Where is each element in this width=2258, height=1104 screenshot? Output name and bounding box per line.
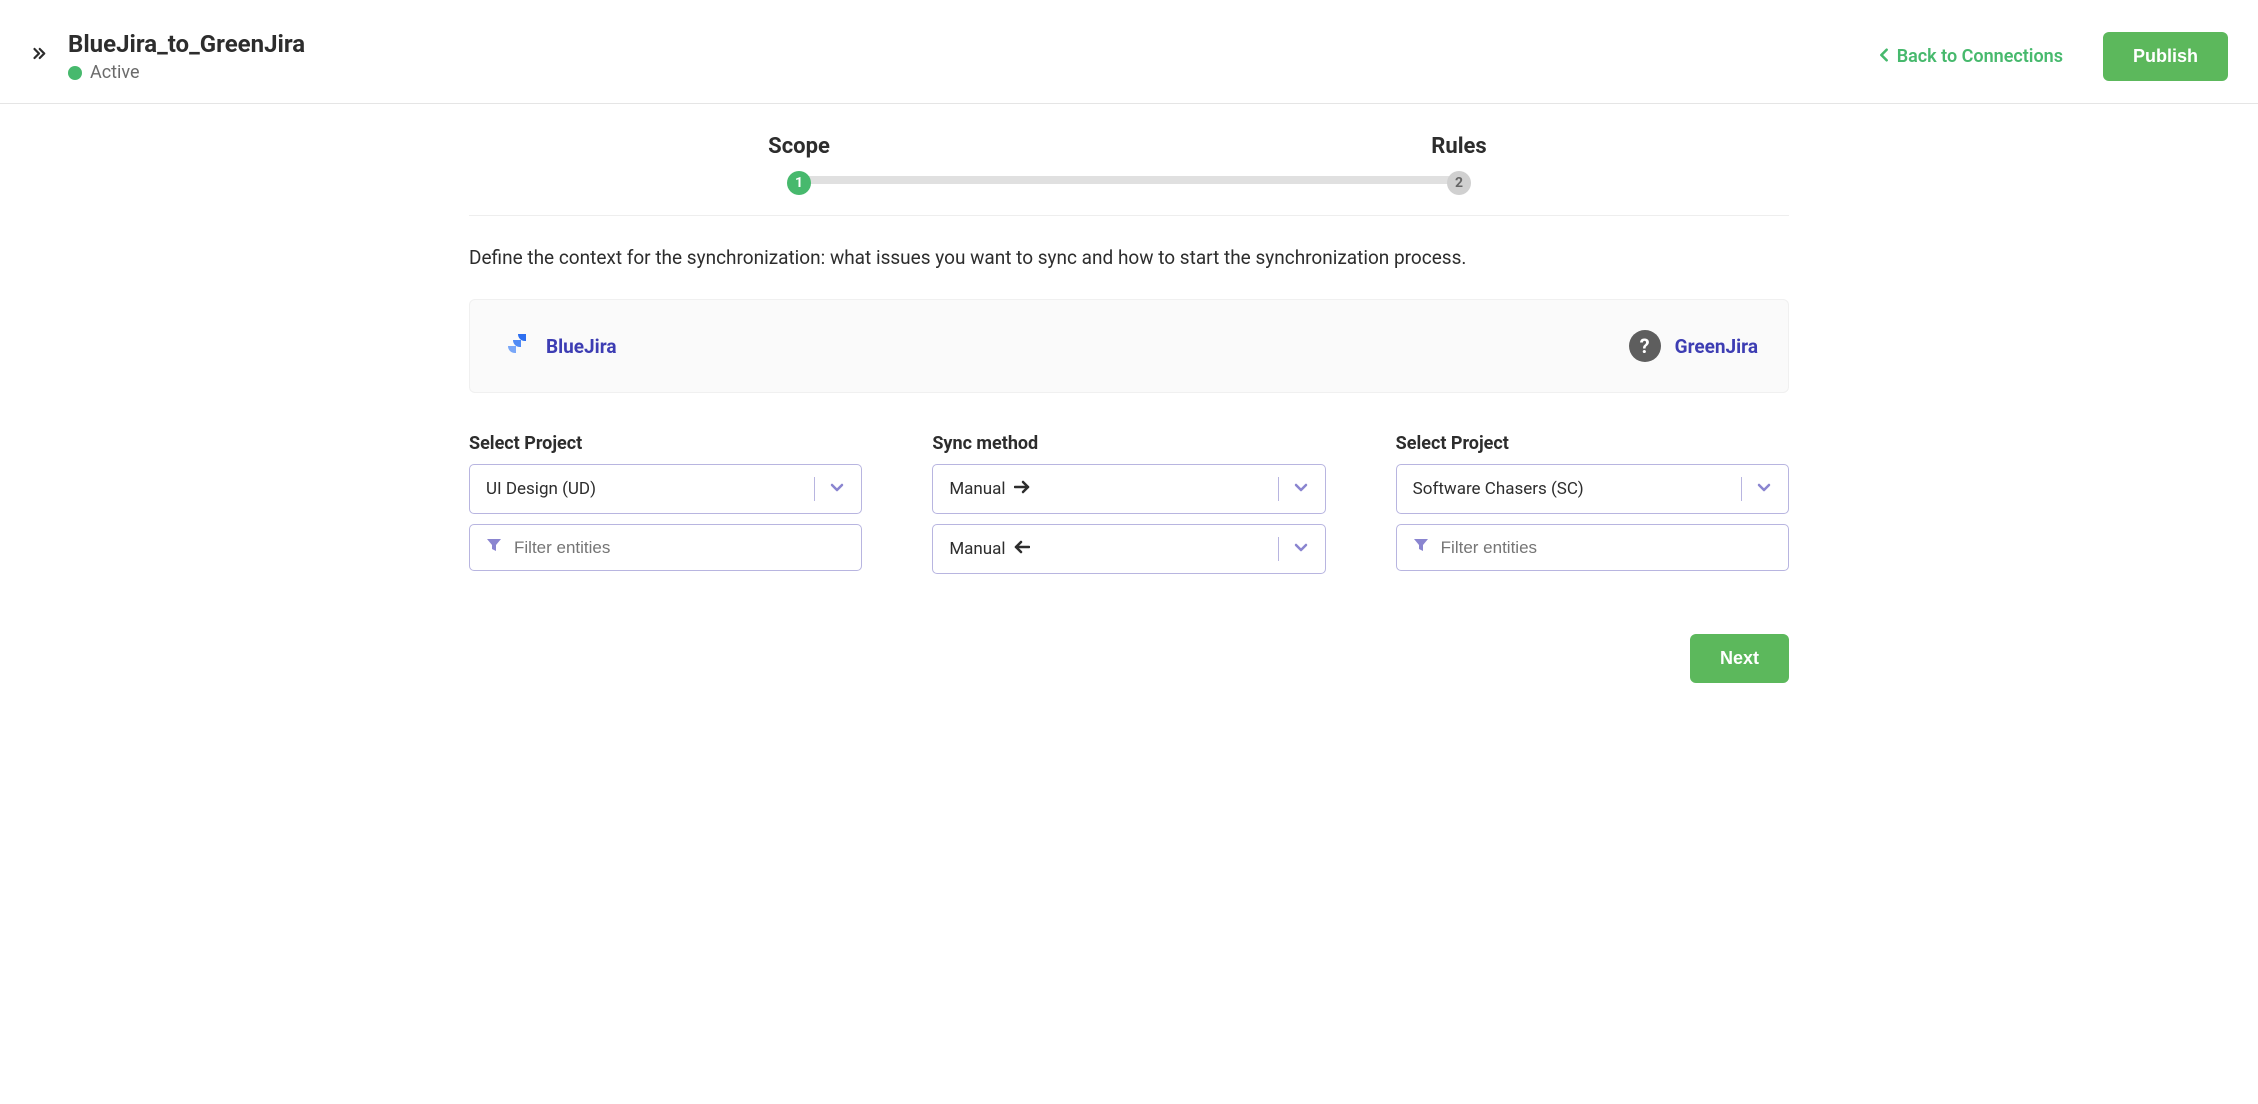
arrow-right-icon bbox=[1014, 479, 1030, 499]
chevron-down-icon bbox=[1756, 479, 1772, 500]
step-scope[interactable]: Scope 1 bbox=[469, 134, 1129, 195]
back-to-connections-link[interactable]: Back to Connections bbox=[1879, 46, 2063, 67]
title-block: BlueJira_to_GreenJira Active bbox=[68, 30, 305, 83]
instance-left-name: BlueJira bbox=[546, 335, 617, 358]
right-project-label: Select Project bbox=[1396, 433, 1789, 454]
jira-icon bbox=[500, 328, 532, 364]
step-number-icon: 1 bbox=[787, 171, 811, 195]
sync-method-in-select[interactable]: Manual bbox=[932, 524, 1325, 574]
sync-method-out-value: Manual bbox=[949, 479, 1029, 499]
step-number-icon: 2 bbox=[1447, 171, 1471, 195]
sync-method-label: Sync method bbox=[932, 433, 1325, 454]
chevron-down-icon bbox=[829, 479, 845, 500]
left-project-select[interactable]: UI Design (UD) bbox=[469, 464, 862, 514]
header-left: BlueJira_to_GreenJira Active bbox=[30, 30, 305, 83]
divider bbox=[1278, 537, 1279, 561]
instance-right: ? GreenJira bbox=[1629, 330, 1758, 362]
sync-out-text: Manual bbox=[949, 479, 1005, 499]
sync-in-text: Manual bbox=[949, 539, 1005, 559]
right-project-column: Select Project Software Chasers (SC) bbox=[1396, 433, 1789, 574]
page-title: BlueJira_to_GreenJira bbox=[68, 30, 305, 58]
page-description: Define the context for the synchronizati… bbox=[469, 246, 1789, 269]
filter-icon bbox=[486, 537, 502, 558]
chevron-down-icon bbox=[1293, 539, 1309, 560]
left-filter-input[interactable] bbox=[469, 524, 862, 571]
status-dot-icon bbox=[68, 66, 82, 80]
next-button[interactable]: Next bbox=[1690, 634, 1789, 683]
instances-bar: BlueJira ? GreenJira bbox=[469, 299, 1789, 393]
left-project-column: Select Project UI Design (UD) bbox=[469, 433, 862, 574]
page-header: BlueJira_to_GreenJira Active Back to Con… bbox=[0, 0, 2258, 104]
divider bbox=[1741, 477, 1742, 501]
back-link-label: Back to Connections bbox=[1897, 46, 2063, 67]
publish-button[interactable]: Publish bbox=[2103, 32, 2228, 81]
step-label: Scope bbox=[768, 134, 830, 159]
step-label: Rules bbox=[1431, 134, 1486, 159]
right-filter-field[interactable] bbox=[1441, 538, 1772, 558]
sync-method-in-value: Manual bbox=[949, 539, 1029, 559]
left-filter-field[interactable] bbox=[514, 538, 845, 558]
expand-icon[interactable] bbox=[30, 45, 48, 69]
chevron-down-icon bbox=[1293, 479, 1309, 500]
sync-method-out-select[interactable]: Manual bbox=[932, 464, 1325, 514]
instance-left: BlueJira bbox=[500, 328, 617, 364]
right-project-value: Software Chasers (SC) bbox=[1413, 479, 1584, 499]
filter-icon bbox=[1413, 537, 1429, 558]
left-project-label: Select Project bbox=[469, 433, 862, 454]
sync-method-column: Sync method Manual Manual bbox=[932, 433, 1325, 574]
header-right: Back to Connections Publish bbox=[1879, 32, 2228, 81]
status-text: Active bbox=[90, 62, 140, 83]
footer: Next bbox=[469, 634, 1789, 713]
divider bbox=[1278, 477, 1279, 501]
form-row: Select Project UI Design (UD) Sync metho… bbox=[469, 433, 1789, 574]
right-project-select[interactable]: Software Chasers (SC) bbox=[1396, 464, 1789, 514]
status-line: Active bbox=[68, 62, 305, 83]
instance-right-name: GreenJira bbox=[1675, 335, 1758, 358]
step-rules[interactable]: Rules 2 bbox=[1129, 134, 1789, 195]
main-content: Scope 1 Rules 2 Define the context for t… bbox=[469, 104, 1789, 743]
left-project-value: UI Design (UD) bbox=[486, 479, 596, 499]
step-connector-line bbox=[799, 176, 1459, 184]
chevron-left-icon bbox=[1879, 48, 1889, 66]
arrow-left-icon bbox=[1014, 539, 1030, 559]
question-icon: ? bbox=[1629, 330, 1661, 362]
right-filter-input[interactable] bbox=[1396, 524, 1789, 571]
stepper: Scope 1 Rules 2 bbox=[469, 134, 1789, 216]
divider bbox=[814, 477, 815, 501]
